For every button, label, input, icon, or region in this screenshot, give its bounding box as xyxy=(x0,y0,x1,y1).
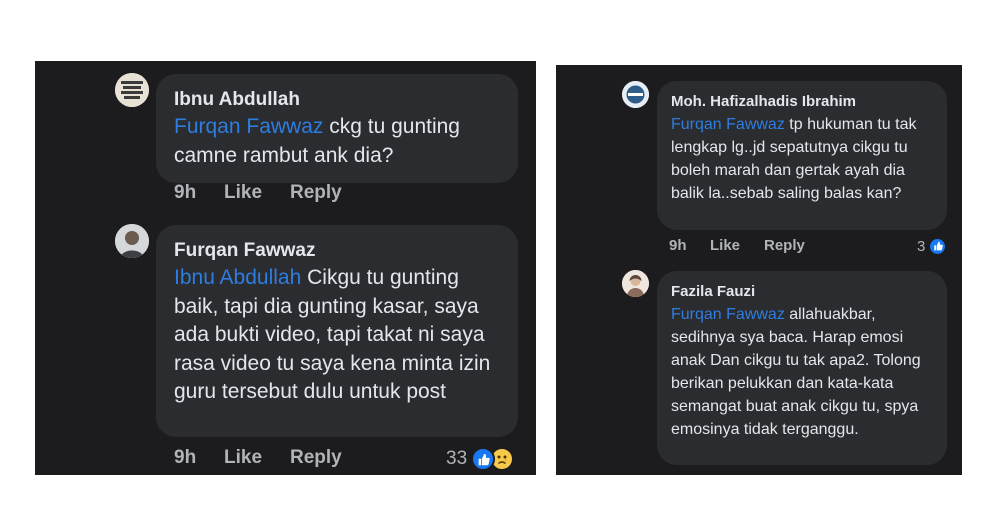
comment-bubble-furqan: Furqan Fawwaz Ibnu Abdullah Cikgu tu gun… xyxy=(156,225,518,437)
comment-actions: 9h Like Reply xyxy=(556,237,962,259)
avatar-moh-hafizalhadis[interactable] xyxy=(622,81,649,108)
reply-button[interactable]: Reply xyxy=(290,447,342,469)
mention-link[interactable]: Furqan Fawwaz xyxy=(671,306,785,323)
mention-link[interactable]: Ibnu Abdullah xyxy=(174,266,301,289)
reaction-summary[interactable]: 3 xyxy=(917,235,948,257)
like-button[interactable]: Like xyxy=(224,182,262,204)
comment-text: Furqan Fawwaz tp hukuman tu tak lengkap … xyxy=(671,113,933,205)
comment-author[interactable]: Ibnu Abdullah xyxy=(174,87,500,113)
mention-link[interactable]: Furqan Fawwaz xyxy=(671,116,785,133)
avatar-fazila-fauzi[interactable] xyxy=(622,270,649,297)
comments-panel-left: Ibnu Abdullah Furqan Fawwaz ckg tu gunti… xyxy=(35,61,536,475)
like-icon xyxy=(928,236,948,256)
avatar-furqan-fawwaz[interactable] xyxy=(115,224,149,258)
like-button[interactable]: Like xyxy=(710,237,740,254)
avatar-ibnu-abdullah[interactable] xyxy=(115,73,149,107)
comment-actions: 9h Like Reply xyxy=(35,182,536,208)
comment-bubble-fazila: Fazila Fauzi Furqan Fawwaz allahuakbar, … xyxy=(657,271,947,465)
comment-timestamp: 9h xyxy=(174,182,197,203)
reaction-summary[interactable]: 33 xyxy=(446,446,515,472)
comment-text: Furqan Fawwaz ckg tu gunting camne rambu… xyxy=(174,113,500,170)
reply-button[interactable]: Reply xyxy=(290,182,342,204)
comment-body: allahuakbar, sedihnya sya baca. Harap em… xyxy=(671,306,921,438)
avatar-image-icon xyxy=(622,270,649,297)
comment-timestamp: 9h xyxy=(174,447,197,468)
reply-button[interactable]: Reply xyxy=(764,237,805,254)
avatar-image-icon xyxy=(115,73,149,107)
comment-bubble-ibnu: Ibnu Abdullah Furqan Fawwaz ckg tu gunti… xyxy=(156,74,518,183)
comment-author[interactable]: Moh. Hafizalhadis Ibrahim xyxy=(671,91,933,113)
comment-text: Furqan Fawwaz allahuakbar, sedihnya sya … xyxy=(671,303,933,441)
comment-author[interactable]: Furqan Fawwaz xyxy=(174,238,500,264)
reaction-count: 3 xyxy=(917,237,926,255)
like-button[interactable]: Like xyxy=(224,447,262,469)
reaction-count: 33 xyxy=(446,448,468,469)
mention-link[interactable]: Furqan Fawwaz xyxy=(174,115,323,138)
like-icon xyxy=(471,447,496,471)
comment-bubble-moh: Moh. Hafizalhadis Ibrahim Furqan Fawwaz … xyxy=(657,81,947,230)
comment-author[interactable]: Fazila Fauzi xyxy=(671,281,933,303)
comment-text: Ibnu Abdullah Cikgu tu gunting baik, tap… xyxy=(174,264,500,407)
avatar-image-icon xyxy=(115,224,149,258)
avatar-image-icon xyxy=(622,81,649,108)
comment-timestamp: 9h xyxy=(669,237,687,254)
comments-panel-right: Moh. Hafizalhadis Ibrahim Furqan Fawwaz … xyxy=(556,65,962,475)
